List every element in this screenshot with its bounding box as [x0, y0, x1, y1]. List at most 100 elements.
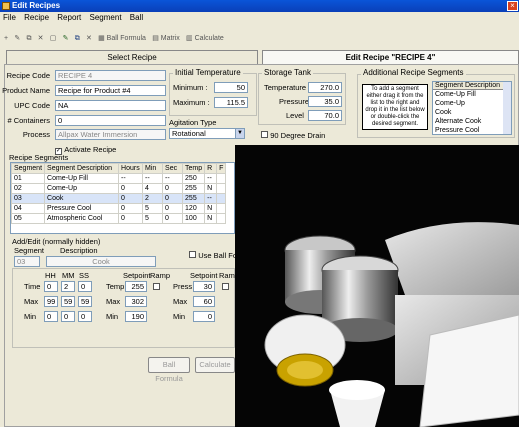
toolbar: + ✎ ⧉ ✕ ▢ ✎ ⧉ ✕ ▦ Ball Formula ▤ Matrix …	[2, 33, 519, 47]
additional-list-scrollbar[interactable]	[503, 82, 511, 134]
cell: 5	[142, 213, 164, 224]
product-name-field[interactable]: Recipe for Product #4	[55, 85, 166, 96]
storage-temperature-field[interactable]: 270.0	[308, 82, 342, 93]
time-mm-field[interactable]: 2	[61, 281, 75, 292]
mm-label: MM	[62, 271, 75, 280]
min-ss-field[interactable]: 0	[78, 311, 92, 322]
storage-temperature-label: Temperature	[264, 83, 307, 92]
max-mm-field[interactable]: 59	[61, 296, 75, 307]
edit-icon[interactable]: ✎	[12, 33, 22, 45]
tab-edit-recipe[interactable]: Edit Recipe "RECIPE 4"	[262, 50, 519, 64]
table-row[interactable]: 03 Cook 0 2 0 255 --	[11, 193, 227, 204]
menu-report[interactable]: Report	[54, 12, 84, 23]
table-row[interactable]: 01 Come-Up Fill -- -- -- 250 --	[11, 173, 227, 184]
min-mm-field[interactable]: 0	[61, 311, 75, 322]
ball-formula-action-button[interactable]: Ball Formula	[148, 357, 190, 383]
list-item[interactable]: Pressure Cool	[433, 126, 511, 135]
table-header-row: Segment Segment Description Hours Min Se…	[11, 163, 227, 174]
list-item[interactable]: Come-Up Fill	[433, 90, 511, 99]
add-icon[interactable]: +	[2, 33, 10, 45]
col-r[interactable]: R	[204, 163, 218, 174]
press-ramp-checkbox[interactable]	[222, 283, 229, 290]
cell: 0	[118, 213, 144, 224]
press-setpoint-field[interactable]: 30	[193, 281, 215, 292]
copy2-icon[interactable]: ⧉	[73, 33, 82, 45]
time-hh-field[interactable]: 0	[44, 281, 58, 292]
col-segment[interactable]: Segment	[11, 163, 46, 174]
chevron-down-icon[interactable]: ▼	[235, 128, 245, 139]
preview-icon[interactable]: ▢	[48, 33, 59, 45]
use-ball-checkbox[interactable]: Use Ball For	[189, 250, 240, 261]
cell: 0	[118, 183, 144, 194]
menu-ball[interactable]: Ball	[127, 12, 146, 23]
press-max-field[interactable]: 60	[193, 296, 215, 307]
storage-tank-title: Storage Tank	[262, 68, 313, 77]
temp-max-field[interactable]: 302	[125, 296, 147, 307]
process-select[interactable]: Allpax Water Immersion	[55, 129, 166, 140]
cell: 0	[162, 193, 184, 204]
matrix-button[interactable]: ▤ Matrix	[150, 33, 182, 45]
col-temp[interactable]: Temp	[182, 163, 206, 174]
press-min-field[interactable]: 0	[193, 311, 215, 322]
calculate-button[interactable]: ▥ Calculate	[184, 33, 226, 45]
degree-drain-checkbox[interactable]: 90 Degree Drain	[261, 130, 325, 141]
col-description[interactable]: Segment Description	[44, 163, 120, 174]
time-ss-field[interactable]: 0	[78, 281, 92, 292]
description-field[interactable]: Cook	[46, 256, 156, 267]
temp-min-field[interactable]: 190	[125, 311, 147, 322]
storage-pressure-field[interactable]: 35.0	[308, 96, 342, 107]
cell: --	[118, 173, 144, 184]
storage-level-field[interactable]: 70.0	[308, 110, 342, 121]
storage-level-label: Level	[286, 111, 304, 120]
list-item[interactable]: Alternate Cook	[433, 117, 511, 126]
min-hh-field[interactable]: 0	[44, 311, 58, 322]
maximum-field[interactable]: 115.5	[214, 97, 248, 108]
cell: --	[142, 173, 164, 184]
cell: N	[204, 203, 218, 214]
menu-file[interactable]: File	[0, 12, 19, 23]
col-sec[interactable]: Sec	[162, 163, 184, 174]
ball-formula-button[interactable]: ▦ Ball Formula	[96, 33, 148, 45]
recipe-code-field[interactable]: RECIPE 4	[55, 70, 166, 81]
upc-code-field[interactable]: NA	[55, 100, 166, 111]
temp-ramp-checkbox[interactable]	[153, 283, 160, 290]
col-min[interactable]: Min	[142, 163, 164, 174]
menu-segment[interactable]: Segment	[87, 12, 125, 23]
edit2-icon[interactable]: ✎	[61, 33, 71, 45]
menu-recipe[interactable]: Recipe	[21, 12, 52, 23]
delete2-icon[interactable]: ✕	[84, 33, 94, 45]
agitation-type-label: Agitation Type	[169, 118, 217, 127]
copy-icon[interactable]: ⧉	[24, 33, 33, 45]
close-button[interactable]: ×	[507, 1, 518, 11]
use-ball-label: Use Ball For	[198, 251, 240, 260]
list-item[interactable]: Come-Up	[433, 99, 511, 108]
cell: --	[162, 173, 184, 184]
product-name-label: Product Name	[2, 86, 50, 95]
temp-setpoint-field[interactable]: 255	[125, 281, 147, 292]
containers-field[interactable]: 0	[55, 115, 166, 126]
minimum-field[interactable]: 50	[214, 82, 248, 93]
press-label: Press	[173, 282, 193, 291]
cell: Cook	[44, 193, 120, 204]
list-item[interactable]: Cook	[433, 108, 511, 117]
agitation-type-select[interactable]: Rotational	[169, 128, 245, 139]
delete-icon[interactable]: ✕	[36, 33, 46, 45]
max-hh-field[interactable]: 99	[44, 296, 58, 307]
tab-select-recipe[interactable]: Select Recipe	[6, 50, 258, 64]
table-row[interactable]: 04 Pressure Cool 0 5 0 120 N	[11, 203, 227, 214]
cell: 02	[11, 183, 46, 194]
additional-segments-list[interactable]: Segment Description Come-Up Fill Come-Up…	[432, 81, 512, 135]
containers-label: # Containers	[7, 116, 50, 125]
col-hours[interactable]: Hours	[118, 163, 144, 174]
temp-min-label: Min	[106, 312, 119, 321]
max-ss-field[interactable]: 59	[78, 296, 92, 307]
col-f[interactable]: F	[216, 163, 227, 174]
table-row[interactable]: 05 Atmospheric Cool 0 5 0 100 N	[11, 213, 227, 224]
cell: 01	[11, 173, 46, 184]
cell: 0	[118, 193, 144, 204]
calculate-label: Calculate	[194, 35, 224, 42]
segment-field[interactable]: 03	[14, 256, 40, 267]
initial-temperature-group	[169, 73, 257, 116]
calculate-action-button[interactable]: Calculate	[195, 357, 235, 373]
table-row[interactable]: 02 Come-Up 0 4 0 255 N	[11, 183, 227, 194]
